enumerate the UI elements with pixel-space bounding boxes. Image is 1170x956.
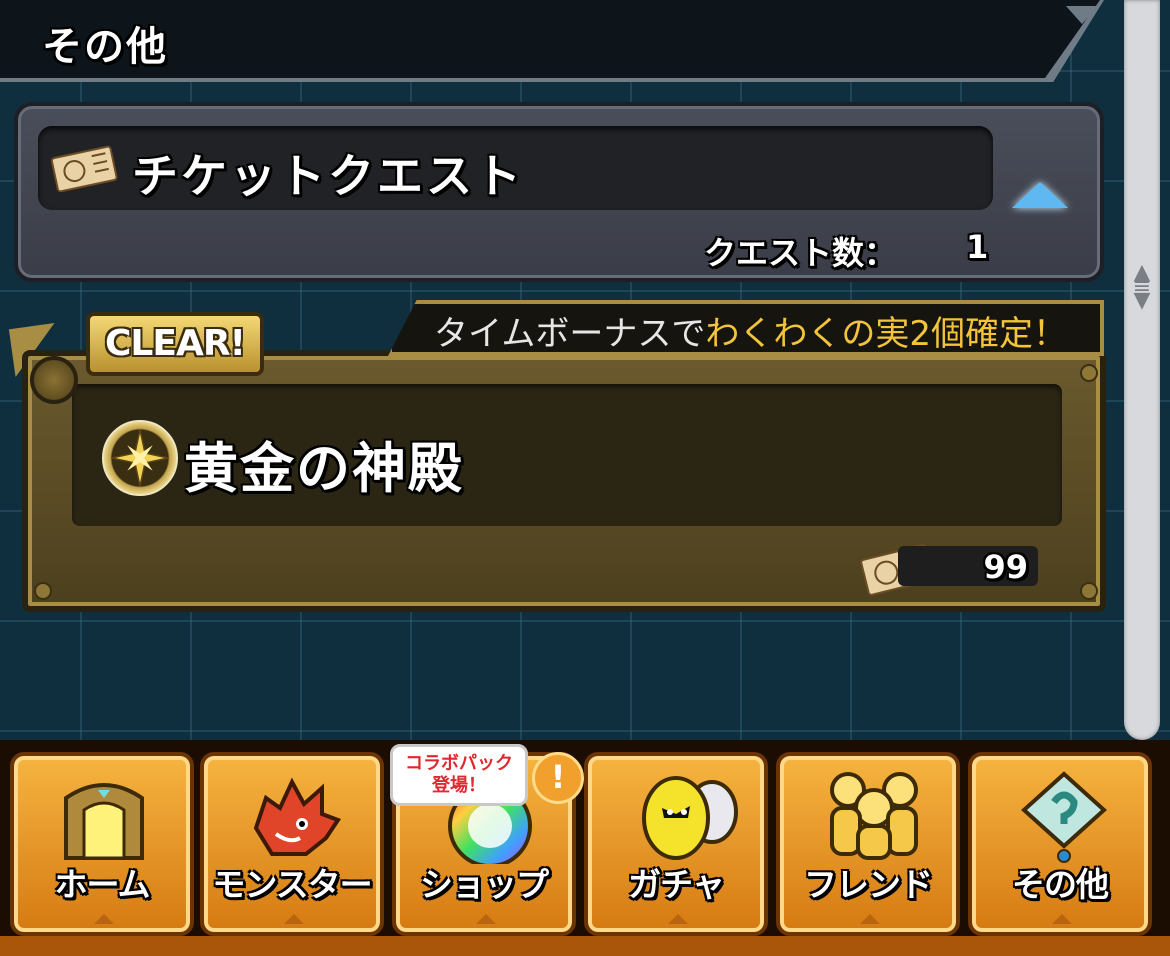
nav-home-button[interactable]: ホーム <box>10 752 194 936</box>
bottom-bar <box>0 936 1170 956</box>
ticket-icon <box>50 145 118 192</box>
quest-card-golden-temple[interactable]: 黄金の神殿 99 <box>22 350 1106 612</box>
nav-shop-label: ショップ <box>420 865 549 904</box>
monster-icon <box>253 777 342 856</box>
bottom-nav: ホーム モンスター ショップ ガチャ フレンド その他 <box>0 740 1170 956</box>
caret-icon <box>94 914 114 924</box>
page-title: その他 <box>42 24 168 70</box>
quest-count-label: クエスト数： <box>704 234 897 272</box>
bolt-icon <box>1080 364 1098 382</box>
header-corner-ornament <box>1066 6 1098 24</box>
ticket-quest-title: チケットクエスト <box>132 149 524 203</box>
quest-title-box: 黄金の神殿 <box>72 384 1062 526</box>
golden-emblem-icon <box>102 420 178 496</box>
clear-badge-text: CLEAR! <box>105 323 246 364</box>
collapse-arrow-icon[interactable] <box>1012 182 1068 208</box>
ticket-quest-header[interactable]: チケットクエスト <box>38 126 993 210</box>
caret-icon <box>284 914 304 924</box>
bonus-prefix: タイムボーナスで <box>434 314 706 354</box>
header: その他 <box>0 0 1100 78</box>
ticket-count-value: 99 <box>983 548 1028 586</box>
caret-icon <box>476 914 496 924</box>
quest-count-value: 1 <box>966 228 989 266</box>
card-knob-ornament <box>30 356 78 404</box>
collab-bubble-line1: コラボパック <box>405 753 513 774</box>
scroll-grip-icon[interactable]: ▲ ≡ ▼ <box>1132 262 1152 322</box>
alert-icon: ! <box>532 752 584 804</box>
bolt-icon <box>1080 582 1098 600</box>
ticket-quest-panel[interactable]: チケットクエスト クエスト数： 1 <box>14 102 1104 282</box>
quest-title: 黄金の神殿 <box>184 437 464 500</box>
friends-icon <box>830 772 918 860</box>
nav-other-button[interactable]: その他 <box>968 752 1152 936</box>
nav-home-label: ホーム <box>54 865 150 904</box>
nav-gacha-label: ガチャ <box>628 865 725 904</box>
nav-other-label: その他 <box>1012 865 1109 904</box>
caret-icon <box>860 914 880 924</box>
nav-monster-button[interactable]: モンスター <box>200 752 384 936</box>
caret-icon <box>668 914 688 924</box>
collab-bubble-line2: 登場！ <box>432 775 486 796</box>
ticket-count-box: 99 <box>898 546 1038 586</box>
collab-pack-bubble: コラボパック 登場！ <box>390 744 528 806</box>
clear-badge: CLEAR! <box>86 312 264 376</box>
home-gate-icon <box>64 783 144 860</box>
bonus-highlight: わくわくの実2個確定！ <box>705 314 1067 354</box>
nav-gacha-button[interactable]: ガチャ <box>584 752 768 936</box>
egg-icon <box>642 776 738 860</box>
bolt-icon <box>34 582 52 600</box>
time-bonus-text: タイムボーナスでわくわくの実2個確定！ <box>434 306 1067 355</box>
nav-friend-button[interactable]: フレンド <box>776 752 960 936</box>
question-sign-icon <box>1021 771 1107 863</box>
scrollbar[interactable] <box>1124 0 1160 740</box>
caret-icon <box>1052 914 1072 924</box>
time-bonus-banner: タイムボーナスでわくわくの実2個確定！ <box>388 300 1104 356</box>
nav-friend-label: フレンド <box>804 865 933 904</box>
nav-monster-label: モンスター <box>212 865 372 904</box>
